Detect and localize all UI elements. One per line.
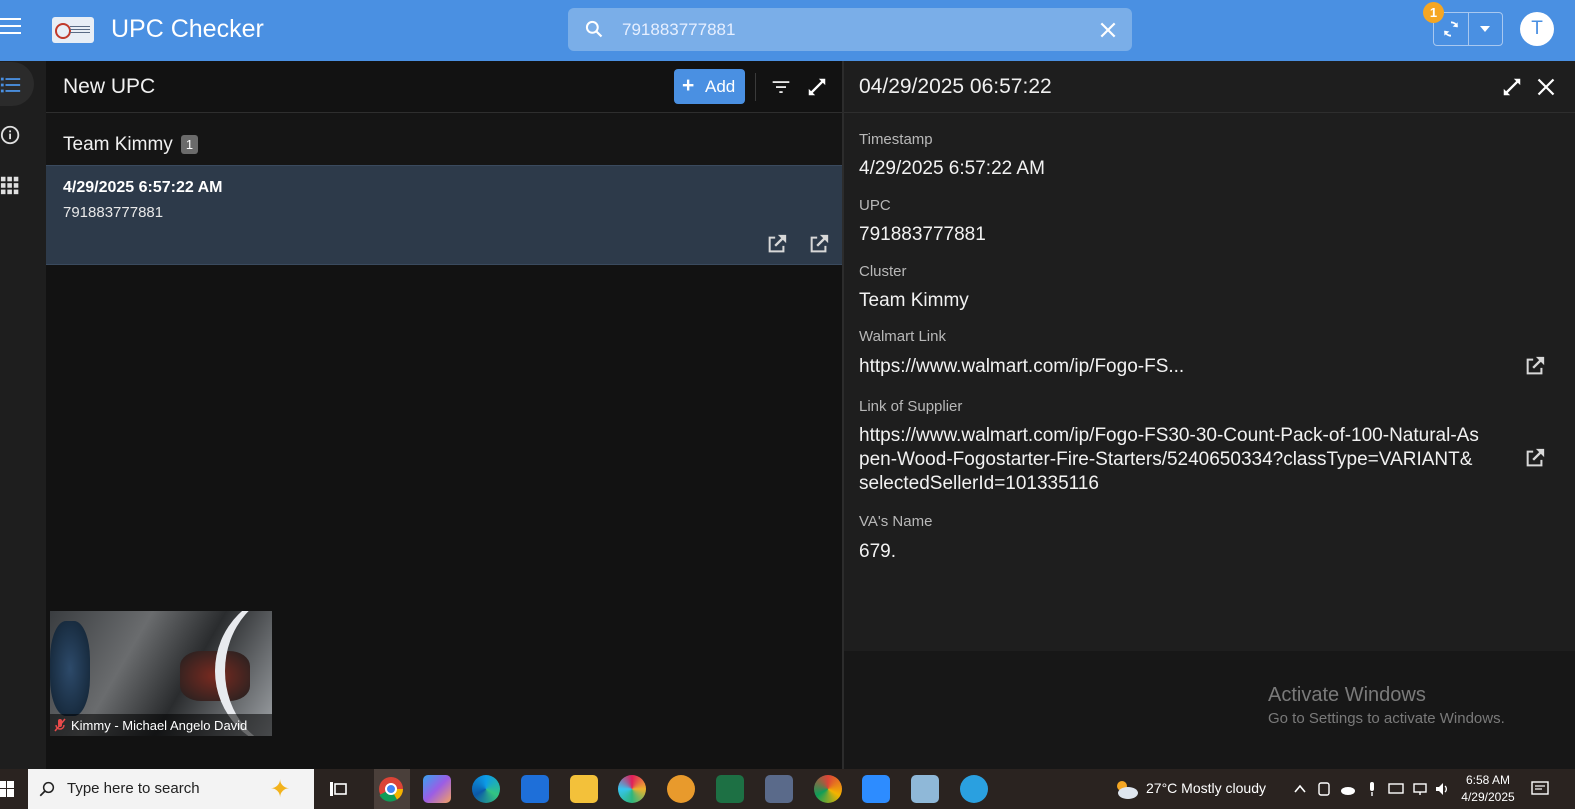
clock-time: 6:58 AM	[1465, 773, 1511, 787]
plus-icon: +	[682, 74, 695, 97]
participant-name: Kimmy - Michael Angelo David	[71, 718, 248, 733]
va-name-value: 679.	[859, 541, 896, 562]
cloud-icon[interactable]	[1340, 781, 1356, 797]
telegram-app-icon[interactable]	[960, 775, 988, 803]
app-icon[interactable]	[667, 775, 695, 803]
close-icon[interactable]	[1536, 77, 1556, 97]
detail-footer-area: Activate Windows Go to Settings to activ…	[844, 651, 1575, 769]
supplier-link-label: Link of Supplier	[859, 398, 963, 415]
excel-app-icon[interactable]	[716, 775, 744, 803]
external-link-icon[interactable]	[808, 233, 830, 255]
app-title: UPC Checker	[111, 15, 264, 43]
timestamp-value: 4/29/2025 6:57:22 AM	[859, 158, 1045, 179]
group-name: Team Kimmy	[63, 134, 173, 155]
external-link-icon[interactable]	[1524, 447, 1546, 469]
search-bar[interactable]: 791883777881	[568, 8, 1132, 51]
display-icon[interactable]	[1388, 781, 1404, 797]
sync-button-group[interactable]	[1433, 12, 1503, 46]
upc-label: UPC	[859, 197, 891, 214]
add-button-label: Add	[705, 77, 736, 96]
nav-list-view[interactable]	[0, 62, 34, 106]
user-avatar[interactable]: T	[1520, 12, 1554, 46]
activate-windows-title: Activate Windows	[1268, 684, 1426, 706]
nav-apps[interactable]	[0, 162, 34, 206]
upc-value: 791883777881	[859, 224, 986, 245]
slack-app-icon[interactable]	[618, 775, 646, 803]
volume-icon[interactable]	[1435, 781, 1451, 797]
camera-icon[interactable]	[1316, 781, 1332, 797]
top-bar: UPC Checker 791883777881 1 T	[0, 0, 1575, 61]
va-name-label: VA's Name	[859, 513, 933, 530]
search-icon	[39, 781, 55, 797]
company-logo	[52, 17, 94, 43]
cluster-value: Team Kimmy	[859, 290, 969, 311]
detail-panel: 04/29/2025 06:57:22 Timestamp 4/29/2025 …	[842, 61, 1575, 769]
muted-mic-icon	[54, 718, 66, 732]
clear-search-icon[interactable]	[1098, 20, 1118, 40]
chevron-down-icon[interactable]	[1480, 26, 1490, 32]
search-input[interactable]: 791883777881	[622, 20, 735, 40]
expand-icon[interactable]	[806, 76, 828, 98]
microphone-icon[interactable]	[1364, 781, 1380, 797]
menu-icon[interactable]	[0, 18, 22, 40]
walmart-link-label: Walmart Link	[859, 328, 946, 345]
windows-start-icon[interactable]	[0, 781, 14, 797]
add-button[interactable]: + Add	[674, 69, 745, 104]
notification-center-icon[interactable]	[1531, 780, 1549, 798]
zoom-app-icon[interactable]	[862, 775, 890, 803]
weather-text[interactable]: 27°C Mostly cloudy	[1146, 780, 1266, 796]
record-upc: 791883777881	[63, 204, 164, 221]
group-count-badge: 1	[181, 135, 198, 154]
chevron-up-icon[interactable]	[1292, 781, 1308, 797]
store-app-icon[interactable]	[521, 775, 549, 803]
clock-date: 4/29/2025	[1461, 790, 1515, 804]
left-nav-rail	[0, 61, 46, 769]
sparkle-icon: ✦	[270, 776, 291, 803]
list-icon	[0, 77, 21, 93]
list-title: New UPC	[63, 75, 156, 98]
taskbar-search[interactable]: Type here to search ✦	[28, 769, 314, 809]
walmart-link-value[interactable]: https://www.walmart.com/ip/Fogo-FS...	[859, 356, 1184, 378]
search-icon	[585, 20, 603, 38]
copilot-app-icon[interactable]	[423, 775, 451, 803]
activate-windows-subtitle: Go to Settings to activate Windows.	[1268, 710, 1505, 727]
apps-grid-icon	[0, 176, 19, 195]
supplier-link-value[interactable]: https://www.walmart.com/ip/Fogo-FS30-30-…	[859, 424, 1479, 496]
notepad-app-icon[interactable]	[911, 775, 939, 803]
detail-header: 04/29/2025 06:57:22	[844, 61, 1575, 113]
chrome-app-icon[interactable]	[374, 769, 410, 809]
file-explorer-icon[interactable]	[570, 775, 598, 803]
task-view-icon[interactable]	[328, 779, 348, 799]
external-link-icon[interactable]	[766, 233, 788, 255]
network-icon[interactable]	[1412, 781, 1428, 797]
system-clock[interactable]: 6:58 AM 4/29/2025	[1455, 772, 1521, 806]
info-icon	[0, 125, 20, 145]
sync-icon[interactable]	[1441, 19, 1461, 39]
list-item[interactable]: 4/29/2025 6:57:22 AM 791883777881	[46, 165, 842, 265]
windows-taskbar: Type here to search ✦ 27°C Mostly cloudy…	[0, 769, 1575, 809]
nav-info[interactable]	[0, 112, 34, 156]
list-header: New UPC + Add	[46, 61, 842, 113]
notification-badge: 1	[1423, 2, 1444, 23]
external-link-icon[interactable]	[1524, 355, 1546, 377]
cluster-label: Cluster	[859, 263, 907, 280]
record-timestamp: 4/29/2025 6:57:22 AM	[63, 179, 223, 196]
video-caption: Kimmy - Michael Angelo David	[50, 714, 272, 736]
weather-cloudy-icon	[1117, 781, 1138, 799]
edge-app-icon[interactable]	[472, 775, 500, 803]
header-divider	[755, 73, 756, 101]
group-header[interactable]: Team Kimmy 1	[46, 113, 842, 165]
expand-icon[interactable]	[1501, 76, 1523, 98]
chrome-profile-icon[interactable]	[814, 775, 842, 803]
filter-icon[interactable]	[771, 77, 791, 97]
detail-title: 04/29/2025 06:57:22	[859, 75, 1052, 98]
video-call-thumbnail[interactable]: Kimmy - Michael Angelo David	[50, 611, 272, 736]
calculator-app-icon[interactable]	[765, 775, 793, 803]
taskbar-search-placeholder: Type here to search	[67, 780, 200, 797]
timestamp-label: Timestamp	[859, 131, 933, 148]
